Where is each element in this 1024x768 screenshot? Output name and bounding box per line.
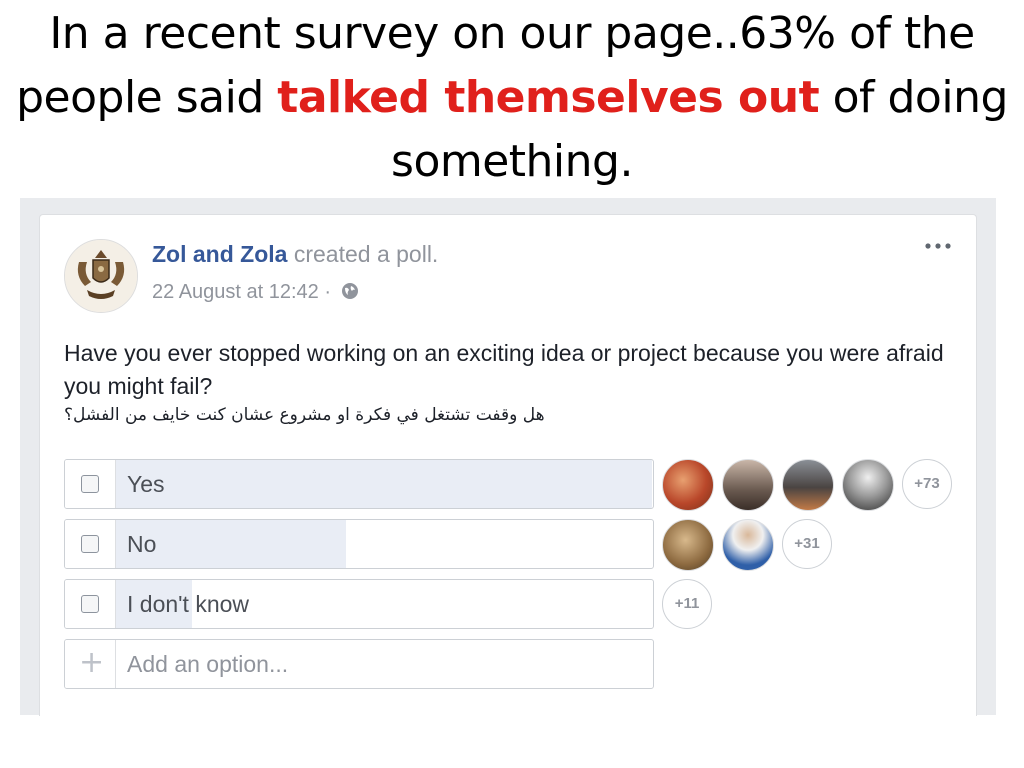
option-label: Yes — [127, 471, 165, 497]
facebook-screenshot: Zol and Zola created a poll. 22 August a… — [20, 198, 996, 716]
poll-question: Have you ever stopped working on an exci… — [64, 340, 944, 399]
author-link[interactable]: Zol and Zola — [152, 241, 287, 267]
post-action: created a poll. — [287, 241, 439, 267]
post-meta: 22 August at 12:42 · — [152, 281, 359, 304]
plus-icon: + — [79, 645, 105, 680]
option-checkbox[interactable] — [81, 475, 99, 493]
option-checkbox[interactable] — [81, 595, 99, 613]
voter-avatar[interactable] — [782, 459, 834, 511]
voter-avatar[interactable] — [842, 459, 894, 511]
more-voters-count[interactable]: +31 — [782, 519, 832, 569]
title-highlight: talked themselves out — [277, 72, 820, 123]
voter-avatar[interactable] — [662, 519, 714, 571]
poll-option-yes[interactable]: Yes — [64, 459, 654, 509]
option-label: No — [127, 531, 157, 557]
checkbox-cell — [65, 520, 116, 568]
voter-avatar[interactable] — [662, 459, 714, 511]
more-options-icon[interactable] — [924, 241, 952, 251]
add-option-cell: + — [65, 640, 116, 688]
option-checkbox[interactable] — [81, 535, 99, 553]
more-voters-count[interactable]: +73 — [902, 459, 952, 509]
voter-avatar[interactable] — [722, 459, 774, 511]
poll-post-card: Zol and Zola created a poll. 22 August a… — [39, 214, 977, 716]
option-label: I don't know — [127, 591, 250, 617]
page-avatar[interactable] — [64, 239, 138, 313]
vote-bar — [116, 460, 652, 508]
meta-separator: · — [318, 281, 337, 303]
more-voters-count[interactable]: +11 — [662, 579, 712, 629]
add-option-input[interactable]: + Add an option... — [64, 639, 654, 689]
slide-title: In a recent survey on our page..63% of t… — [0, 2, 1024, 194]
coat-of-arms-logo — [65, 240, 137, 312]
poll-option-dont-know[interactable]: I don't know — [64, 579, 654, 629]
poll-question-arabic: هل وقفت تشتغل في فكرة او مشروع عشان كنت … — [64, 405, 545, 425]
add-option-placeholder: Add an option... — [127, 651, 289, 677]
poll-option-no[interactable]: No — [64, 519, 654, 569]
post-header: Zol and Zola created a poll. — [152, 241, 438, 268]
voter-avatar[interactable] — [722, 519, 774, 571]
checkbox-cell — [65, 580, 116, 628]
globe-icon[interactable] — [341, 282, 359, 300]
post-timestamp[interactable]: 22 August at 12:42 — [152, 281, 319, 303]
checkbox-cell — [65, 460, 116, 508]
